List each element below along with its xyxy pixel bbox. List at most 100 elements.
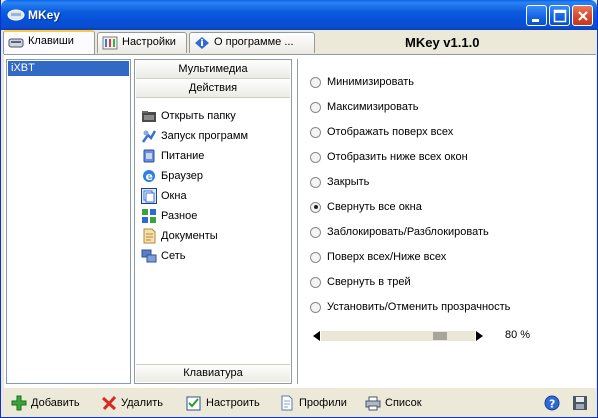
svg-text:e: e xyxy=(146,170,153,183)
window-title: MKey xyxy=(28,8,61,22)
radio-label: Свернуть в трей xyxy=(327,276,411,288)
radio-close[interactable]: Закрыть xyxy=(310,174,369,190)
transparency-value: 80 % xyxy=(505,329,531,341)
keyboard-icon xyxy=(8,35,24,49)
radio-toggle-transparency[interactable]: Установить/Отменить прозрачность xyxy=(310,299,510,315)
delete-button[interactable]: Удалить xyxy=(101,394,163,412)
category-label: Сеть xyxy=(161,250,186,262)
delete-label: Удалить xyxy=(121,397,163,409)
profiles-document-icon xyxy=(279,395,295,411)
category-header-actions[interactable]: Действия xyxy=(136,80,290,98)
slider-track[interactable] xyxy=(321,331,475,341)
category-item-documents[interactable]: Документы xyxy=(141,226,248,246)
profile-item-ixbt[interactable]: iXBT xyxy=(8,61,129,76)
radio-minimize[interactable]: Минимизировать xyxy=(310,74,414,90)
main-panel: iXBT Мультимедиа Действия Открыть папку … xyxy=(4,54,596,388)
category-item-run-programs[interactable]: Запуск программ xyxy=(141,126,248,146)
radio-label: Свернуть все окна xyxy=(327,201,422,213)
category-label: Документы xyxy=(161,230,218,242)
mkey-window: MKey Клавиши Настройки О программе ... M… xyxy=(0,0,598,418)
tab-label: О программе ... xyxy=(214,36,294,48)
radio-button[interactable] xyxy=(310,101,321,113)
radio-button[interactable] xyxy=(310,226,321,238)
close-button[interactable] xyxy=(572,5,593,26)
category-header-keyboard[interactable]: Клавиатура xyxy=(136,364,290,382)
profiles-button[interactable]: Профили xyxy=(279,394,347,412)
tab-label: Клавиши xyxy=(28,35,74,47)
maximize-icon xyxy=(553,9,567,23)
category-item-power[interactable]: Питание xyxy=(141,146,248,166)
power-icon xyxy=(141,148,157,164)
action-options: Минимизировать Максимизировать Отображат… xyxy=(297,59,594,384)
plus-icon xyxy=(11,395,27,411)
printer-list-icon xyxy=(365,395,381,411)
info-icon xyxy=(194,36,210,50)
minimize-button[interactable] xyxy=(526,5,547,26)
folder-icon xyxy=(141,108,157,124)
transparency-slider[interactable] xyxy=(313,330,483,342)
tab-keys[interactable]: Клавиши xyxy=(3,30,95,54)
help-icon[interactable]: ? xyxy=(544,395,560,414)
list-label: Список xyxy=(385,397,422,409)
radio-label: Отображать поверх всех xyxy=(327,126,454,138)
radio-show-below-all[interactable]: Отобразить ниже всех окон xyxy=(310,149,468,165)
tab-bar: Клавиши Настройки О программе ... MKey v… xyxy=(1,30,597,54)
arrow-right-icon[interactable] xyxy=(475,331,483,341)
category-item-open-folder[interactable]: Открыть папку xyxy=(141,106,248,126)
windows-icon xyxy=(141,188,157,204)
tab-label: Настройки xyxy=(122,36,176,48)
radio-button[interactable] xyxy=(310,126,321,138)
misc-icon xyxy=(141,208,157,224)
radio-button[interactable] xyxy=(310,301,321,313)
add-label: Добавить xyxy=(31,397,80,409)
category-list: Открыть папку Запуск программ Питание e … xyxy=(141,106,248,266)
documents-icon xyxy=(141,228,157,244)
radio-top-bottom-toggle[interactable]: Поверх всех/Ниже всех xyxy=(310,249,446,265)
radio-button[interactable] xyxy=(310,251,321,263)
network-icon xyxy=(141,248,157,264)
category-header-multimedia[interactable]: Мультимедиа xyxy=(136,61,290,79)
radio-maximize[interactable]: Максимизировать xyxy=(310,99,418,115)
category-label: Открыть папку xyxy=(161,110,236,122)
arrow-left-icon[interactable] xyxy=(313,331,321,341)
category-item-misc[interactable]: Разное xyxy=(141,206,248,226)
minimize-icon xyxy=(532,19,539,22)
radio-button[interactable] xyxy=(310,151,321,163)
radio-minimize-all[interactable]: Свернуть все окна xyxy=(310,199,422,215)
run-programs-icon xyxy=(141,128,157,144)
radio-label: Отобразить ниже всех окон xyxy=(327,151,468,163)
settings-icon xyxy=(102,36,118,50)
category-label: Питание xyxy=(161,150,205,162)
radio-button[interactable] xyxy=(310,276,321,288)
bottom-toolbar: Добавить Удалить Настроить Профили Списо… xyxy=(1,390,597,417)
radio-minimize-to-tray[interactable]: Свернуть в трей xyxy=(310,274,411,290)
category-label: Браузер xyxy=(161,170,203,182)
browser-icon: e xyxy=(141,168,157,184)
save-disk-icon[interactable] xyxy=(572,395,588,414)
category-item-browser[interactable]: e Браузер xyxy=(141,166,248,186)
tab-settings[interactable]: Настройки xyxy=(97,32,187,53)
list-button[interactable]: Список xyxy=(365,394,422,412)
app-keyboard-icon xyxy=(7,7,25,21)
radio-button[interactable] xyxy=(310,176,321,188)
tab-about[interactable]: О программе ... xyxy=(189,32,315,53)
radio-always-on-top[interactable]: Отображать поверх всех xyxy=(310,124,453,140)
radio-label: Максимизировать xyxy=(327,101,419,113)
category-label: Разное xyxy=(161,210,198,222)
category-item-windows[interactable]: Окна xyxy=(141,186,248,206)
maximize-button[interactable] xyxy=(549,5,570,26)
configure-button[interactable]: Настроить xyxy=(186,394,260,412)
radio-button-checked[interactable] xyxy=(310,201,321,213)
slider-thumb[interactable] xyxy=(433,332,447,340)
radio-lock-unlock[interactable]: Заблокировать/Разблокировать xyxy=(310,224,489,240)
close-icon xyxy=(578,11,588,21)
category-item-network[interactable]: Сеть xyxy=(141,246,248,266)
radio-label: Установить/Отменить прозрачность xyxy=(327,301,511,313)
title-bar[interactable]: MKey xyxy=(1,0,597,30)
radio-button[interactable] xyxy=(310,76,321,88)
profiles-label: Профили xyxy=(299,397,347,409)
profile-list[interactable]: iXBT xyxy=(6,59,131,384)
configure-label: Настроить xyxy=(206,397,260,409)
category-label: Окна xyxy=(161,190,187,202)
add-button[interactable]: Добавить xyxy=(11,394,80,412)
